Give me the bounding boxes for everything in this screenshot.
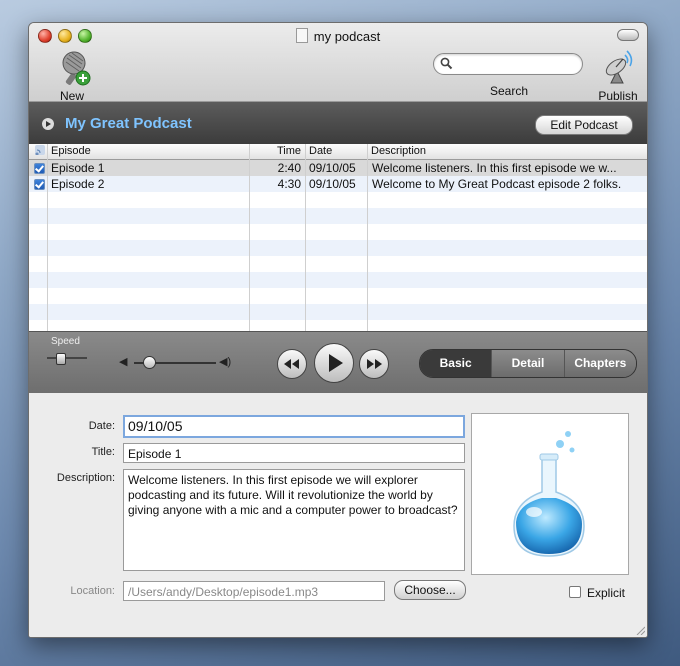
publish-button[interactable]: Publish	[591, 49, 645, 103]
disclosure-triangle-icon[interactable]	[42, 118, 54, 130]
episode-checkbox[interactable]	[34, 163, 45, 174]
window-title-area: my podcast	[29, 28, 647, 44]
publish-label: Publish	[598, 89, 638, 103]
edit-podcast-button[interactable]: Edit Podcast	[535, 115, 633, 135]
app-window: my podcast New Episode	[28, 22, 648, 638]
column-header-date[interactable]: Date	[309, 145, 332, 157]
fast-forward-button[interactable]	[359, 349, 389, 379]
microphone-plus-icon	[52, 49, 92, 87]
description-label: Description:	[56, 472, 115, 484]
table-row[interactable]: Episode 1 2:40 09/10/05 Welcome listener…	[29, 160, 647, 176]
column-divider	[249, 144, 250, 331]
speed-slider-track	[47, 357, 87, 359]
column-divider	[367, 144, 368, 331]
satellite-dish-icon	[601, 49, 635, 87]
fast-forward-icon	[367, 359, 382, 369]
volume-high-icon: ◀︎)	[219, 356, 232, 368]
search-label: Search	[489, 84, 529, 98]
episode-name: Episode 2	[51, 177, 105, 191]
volume-low-icon: ◀︎	[119, 356, 128, 368]
table-header: Episode Time Date Description	[29, 144, 647, 160]
column-divider	[47, 144, 48, 331]
empty-row	[29, 208, 647, 224]
speed-slider[interactable]	[56, 353, 66, 365]
window-title: my podcast	[313, 29, 381, 44]
episode-description: Welcome to My Great Podcast episode 2 fo…	[372, 177, 622, 191]
toolbar: my podcast New Episode	[29, 23, 647, 117]
view-segmented-control: Basic Detail Chapters	[419, 349, 637, 378]
play-icon	[329, 354, 343, 372]
choose-button[interactable]: Choose...	[394, 580, 466, 600]
player-controls: Speed ◀︎ ◀︎) Basic Detail Chapters	[29, 331, 647, 394]
description-field[interactable]: Welcome listeners. In this first episode…	[123, 469, 465, 571]
tab-detail[interactable]: Detail	[491, 350, 564, 377]
date-label: Date:	[88, 420, 115, 432]
play-button[interactable]	[314, 343, 354, 383]
table-row[interactable]: Episode 2 4:30 09/10/05 Welcome to My Gr…	[29, 176, 647, 192]
column-header-episode[interactable]: Episode	[51, 145, 91, 157]
speed-label: Speed	[51, 336, 80, 347]
episode-detail-form: Date: 09/10/05 Title: Episode 1 Descript…	[29, 393, 647, 637]
title-field[interactable]: Episode 1	[123, 443, 465, 463]
empty-row	[29, 304, 647, 320]
empty-row	[29, 288, 647, 304]
document-icon	[295, 28, 308, 43]
episode-time: 4:30	[277, 177, 301, 191]
column-header-time[interactable]: Time	[277, 145, 301, 157]
flask-icon	[513, 431, 585, 557]
episode-name: Episode 1	[51, 161, 105, 175]
explicit-label: Explicit	[587, 586, 626, 600]
empty-row	[29, 240, 647, 256]
location-label: Location:	[70, 585, 115, 597]
search-toolbar-item: Search	[433, 53, 585, 98]
empty-row	[29, 256, 647, 272]
table-rows: Episode 1 2:40 09/10/05 Welcome listener…	[29, 160, 647, 331]
explicit-checkbox-box[interactable]	[569, 586, 581, 598]
magnifier-icon	[440, 57, 453, 70]
toolbar-toggle-button[interactable]	[617, 29, 639, 41]
rewind-icon	[284, 359, 299, 369]
title-label: Title:	[91, 446, 115, 458]
episode-date: 09/10/05	[309, 161, 356, 175]
empty-row	[29, 272, 647, 288]
empty-row	[29, 224, 647, 240]
episode-time: 2:40	[277, 161, 301, 175]
column-header-description[interactable]: Description	[371, 145, 426, 157]
resize-grip-icon[interactable]	[635, 625, 645, 635]
tab-basic[interactable]: Basic	[420, 350, 492, 377]
episodes-table: Episode Time Date Description Episode 1 …	[29, 144, 647, 331]
rewind-button[interactable]	[277, 349, 307, 379]
date-field[interactable]: 09/10/05	[123, 415, 465, 438]
podcast-header: My Great Podcast Edit Podcast	[29, 102, 647, 145]
search-input[interactable]	[433, 53, 583, 75]
empty-row	[29, 320, 647, 331]
explicit-checkbox[interactable]: Explicit	[569, 586, 625, 600]
empty-row	[29, 192, 647, 208]
rss-icon	[35, 145, 45, 158]
tab-chapters[interactable]: Chapters	[563, 350, 636, 377]
artwork-well[interactable]	[471, 413, 629, 575]
podcast-title: My Great Podcast	[65, 115, 192, 132]
column-divider	[305, 144, 306, 331]
episode-date: 09/10/05	[309, 177, 356, 191]
location-field[interactable]: /Users/andy/Desktop/episode1.mp3	[123, 581, 385, 601]
episode-description: Welcome listeners. In this first episode…	[372, 161, 617, 175]
episode-checkbox[interactable]	[34, 179, 45, 190]
volume-slider[interactable]	[143, 356, 156, 369]
